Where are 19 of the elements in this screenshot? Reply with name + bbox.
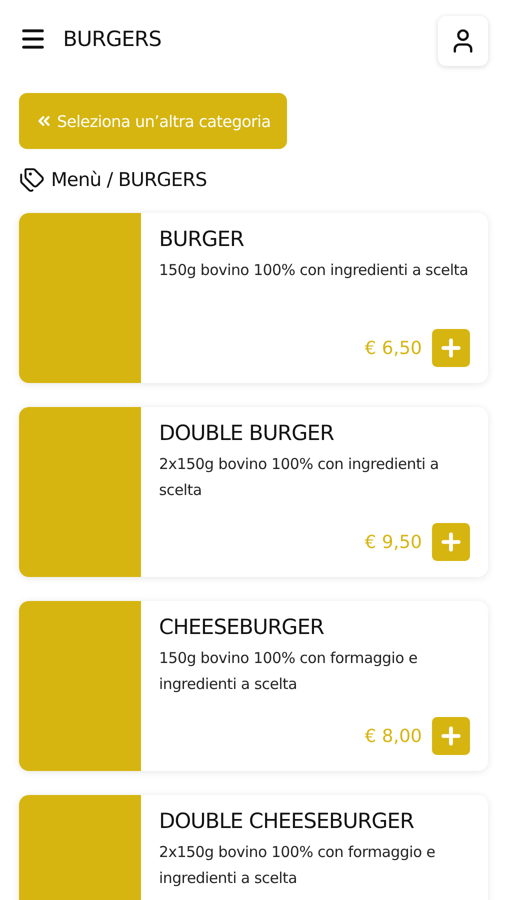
product-price: € 8,00 xyxy=(364,726,422,746)
user-button[interactable] xyxy=(438,16,488,66)
product-description: 150g bovino 100% con formaggio e ingredienti a scelta xyxy=(159,648,418,695)
product-description: 2x150g bovino 100% con ingredienti a scelta xyxy=(159,454,440,501)
back-button[interactable]: Seleziona un’altra categoria xyxy=(19,93,287,149)
add-button[interactable] xyxy=(432,523,470,561)
tags-icon xyxy=(19,167,45,193)
product-price: € 9,50 xyxy=(364,532,422,552)
product-description: 150g bovino 100% con ingredienti a scelta xyxy=(159,260,470,281)
product-price: € 6,50 xyxy=(364,338,422,358)
add-button[interactable] xyxy=(432,329,470,367)
product-name: DOUBLE CHEESEBURGER xyxy=(159,809,415,833)
product-name: BURGER xyxy=(159,227,245,251)
page-title: BURGERS xyxy=(63,27,162,51)
product-description: 2x150g bovino 100% con formaggio e ingredienti a scelta xyxy=(159,842,436,889)
breadcrumb: Menù / BURGERS xyxy=(51,169,207,191)
product-name: DOUBLE BURGER xyxy=(159,421,335,445)
product-name: CHEESEBURGER xyxy=(159,615,325,639)
add-button[interactable] xyxy=(432,717,470,755)
